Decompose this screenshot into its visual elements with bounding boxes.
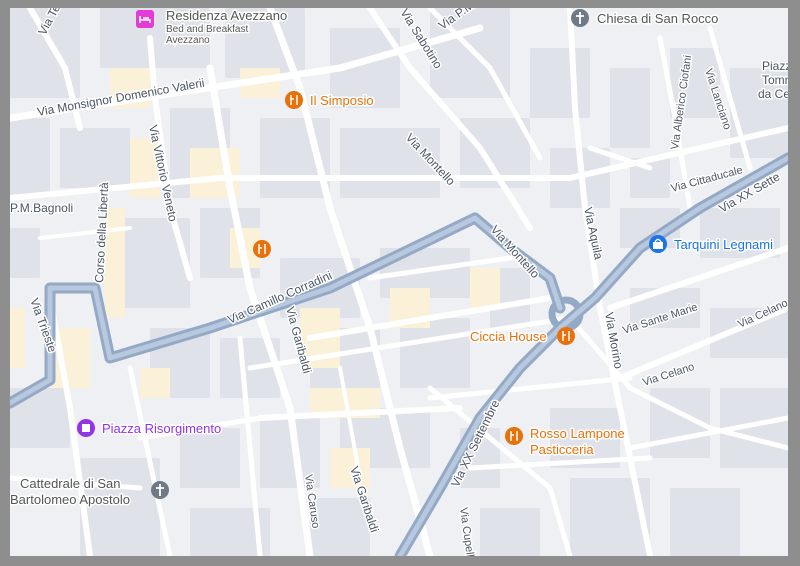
map-canvas[interactable]: Via Tevere Via Monsignor Domenico Valeri… (10, 8, 788, 556)
restaurant-icon (505, 427, 523, 445)
poi-piazza[interactable]: Piazza Risorgimento (77, 419, 223, 438)
map-frame: Via Tevere Via Monsignor Domenico Valeri… (0, 0, 800, 566)
street-label-dacel-partial: da Cel (758, 87, 788, 101)
street-label-aquila: Via Aquila (581, 206, 606, 261)
poi-rosso-name2: Pasticceria (530, 442, 594, 457)
poi-chiesa[interactable]: Chiesa di San Rocco (571, 9, 720, 28)
poi-cattedrale-name2: Bartolomeo Apostolo (10, 492, 130, 507)
restaurant-icon (253, 240, 271, 258)
poi-chiesa-name: Chiesa di San Rocco (597, 11, 718, 26)
poi-unnamed-restaurant[interactable] (253, 240, 271, 258)
map-svg[interactable]: Via Tevere Via Monsignor Domenico Valeri… (10, 8, 788, 556)
poi-simposio[interactable]: Il Simposio (285, 91, 375, 110)
poi-residenza-sub2: Avezzano (166, 35, 210, 46)
restaurant-icon (557, 327, 575, 345)
street-label-cupello: Via Cupell (457, 507, 476, 556)
poi-tarquini-name: Tarquini Legnami (674, 237, 773, 252)
poi-simposio-name: Il Simposio (310, 93, 374, 108)
street-label-piazza-partial: Piazz (762, 59, 788, 73)
bed-icon (136, 10, 154, 28)
restaurant-icon (285, 91, 303, 109)
street-label-tomm-partial: Tomm (762, 73, 788, 87)
poi-ciccia-name: Ciccia House (470, 329, 547, 344)
street-label-bagnoli: P.M.Bagnoli (10, 201, 73, 215)
poi-cattedrale-name: Cattedrale di San (20, 476, 120, 491)
poi-rosso-name: Rosso Lampone (530, 426, 625, 441)
poi-residenza-sub1: Bed and Breakfast (166, 24, 248, 35)
poi-piazza-name: Piazza Risorgimento (102, 421, 221, 436)
poi-residenza-name: Residenza Avezzano (166, 8, 287, 23)
